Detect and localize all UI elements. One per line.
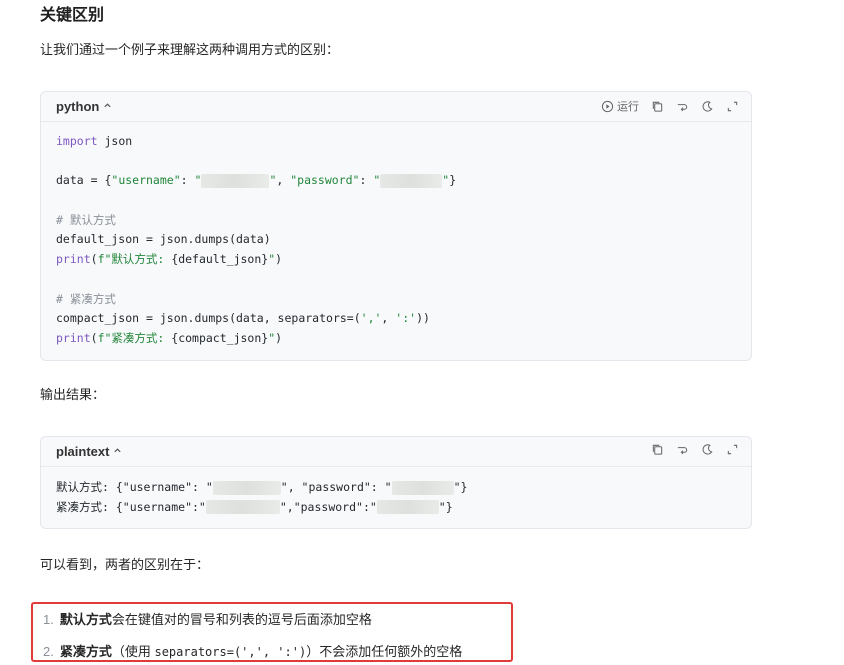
code-line: import json [56, 134, 133, 148]
redacted-value [391, 480, 454, 495]
wrap-button[interactable] [676, 443, 689, 456]
code-line: default_json = json.dumps(data) [56, 232, 271, 247]
copy-button[interactable] [651, 443, 664, 456]
copy-button[interactable] [651, 100, 664, 113]
chevron-up-icon [103, 101, 112, 113]
list-text: （使用 [111, 644, 155, 659]
list-text: 会在键值对的冒号和列表的逗号后面添加空格 [111, 612, 372, 627]
redacted-value [380, 173, 443, 188]
code-actions [651, 443, 739, 456]
code-line: data = {"username": " ", "password": " "} [56, 173, 457, 188]
language-toggle[interactable]: plaintext [56, 444, 122, 459]
redacted-value [201, 173, 270, 188]
expand-icon [727, 101, 738, 111]
language-toggle[interactable]: python [56, 99, 112, 114]
output-label: 输出结果： [40, 387, 106, 402]
code-block-header: python 运行 [41, 92, 751, 122]
copy-icon [652, 101, 663, 112]
theme-button[interactable] [701, 100, 714, 113]
chevron-up-icon [113, 446, 122, 458]
expand-button[interactable] [726, 100, 739, 113]
redacted-value [376, 500, 439, 515]
code-comment: # 默认方式 [56, 212, 116, 227]
output-line: 紧凑方式: {"username":" ","password":" "} [56, 499, 453, 515]
play-icon [601, 100, 614, 112]
list-item: 2. 紧凑方式（使用 separators=(',', ':')）不会添加任何额外… [43, 642, 462, 662]
wrap-icon [677, 103, 688, 111]
code-block-header: plaintext [41, 437, 751, 467]
summary-text: 可以看到，两者的区别在于： [40, 557, 210, 572]
language-label: python [56, 99, 100, 114]
list-text: ）不会添加任何额外的空格 [306, 644, 463, 659]
output-line: 默认方式: {"username": " ", "password": " "} [56, 480, 468, 495]
redacted-value [205, 500, 280, 515]
language-label: plaintext [56, 444, 110, 459]
list-term: 默认方式 [59, 612, 112, 627]
code-actions: 运行 [601, 98, 739, 114]
code-line: compact_json = json.dumps(data, separato… [56, 311, 430, 326]
run-label: 运行 [617, 101, 639, 113]
plaintext-code-block: plaintext 默认方式: {"username": " ", "passwo… [40, 436, 752, 529]
inline-code: separators=(',', ':') [154, 645, 307, 659]
list-number: 2. [43, 644, 54, 659]
intro-text: 让我们通过一个例子来理解这两种调用方式的区别： [40, 42, 340, 57]
expand-icon [727, 444, 738, 455]
list-term: 紧凑方式 [59, 644, 112, 659]
code-line: print(f"紧凑方式: {compact_json}") [56, 330, 283, 345]
run-button[interactable]: 运行 [601, 98, 639, 114]
wrap-button[interactable] [676, 100, 689, 113]
list-item: 1. 默认方式会在键值对的冒号和列表的逗号后面添加空格 [43, 610, 372, 630]
theme-icon [702, 444, 713, 455]
code-comment: # 紧凑方式 [56, 291, 116, 306]
list-number: 1. [43, 612, 54, 627]
code-content: 默认方式: {"username": " ", "password": " "} 紧凑… [41, 467, 751, 517]
python-code-block: python 运行 import json data = {"username"… [40, 91, 752, 361]
code-line: print(f"默认方式: {default_json}") [56, 252, 283, 267]
wrap-icon [677, 447, 688, 455]
expand-button[interactable] [726, 443, 739, 456]
copy-icon [652, 444, 663, 455]
theme-button[interactable] [701, 443, 714, 456]
theme-icon [702, 100, 713, 112]
redacted-value [212, 480, 281, 495]
section-heading: 关键区别 [40, 7, 105, 24]
code-content: import json data = {"username": " ", "pass… [41, 122, 751, 349]
